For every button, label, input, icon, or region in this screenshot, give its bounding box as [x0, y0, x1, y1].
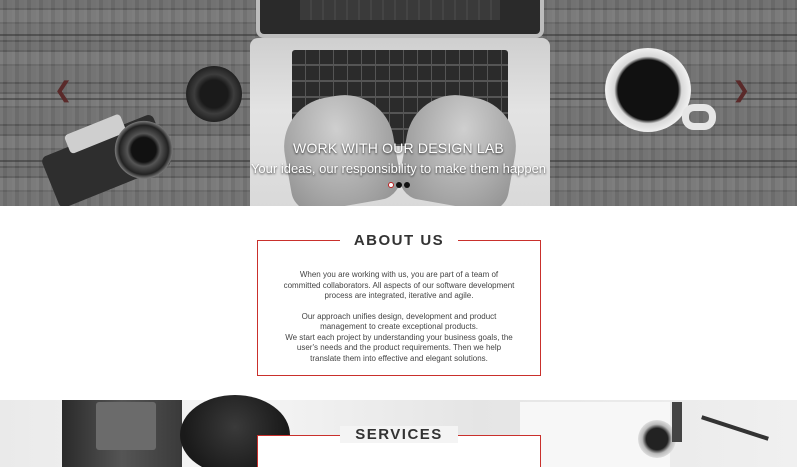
- coffee-cup-handle: [682, 104, 716, 130]
- about-title: ABOUT US: [340, 232, 458, 249]
- clipboard-clip-image: [672, 402, 682, 442]
- chevron-right-icon[interactable]: ❯: [732, 78, 750, 103]
- about-text: When you are working with us, you are pa…: [282, 270, 516, 364]
- slider-pagination: [388, 182, 410, 188]
- services-title: SERVICES: [340, 426, 458, 443]
- coffee-cup-image: [638, 420, 676, 458]
- chevron-left-icon[interactable]: ❮: [54, 78, 72, 103]
- coffee-cup-image: [605, 48, 691, 132]
- landing-page: ❮ ❯ WORK WITH OUR DESIGN LAB Your ideas,…: [0, 0, 797, 467]
- about-paragraph: When you are working with us, you are pa…: [283, 270, 515, 300]
- hero-subtitle: Your ideas, our responsibility to make t…: [250, 161, 547, 176]
- slider-dot-2[interactable]: [396, 182, 402, 188]
- laptop-screen: [256, 0, 544, 38]
- about-paragraph: We start each project by understanding y…: [285, 332, 513, 363]
- notebook-image: [96, 402, 156, 450]
- lens-cap-image: [186, 66, 242, 122]
- slider-dot-3[interactable]: [404, 182, 410, 188]
- hero-slider: ❮ ❯ WORK WITH OUR DESIGN LAB Your ideas,…: [0, 0, 797, 206]
- about-paragraph: Our approach unifies design, development…: [301, 311, 497, 332]
- hero-title: WORK WITH OUR DESIGN LAB: [293, 140, 504, 156]
- slider-dot-1[interactable]: [388, 182, 394, 188]
